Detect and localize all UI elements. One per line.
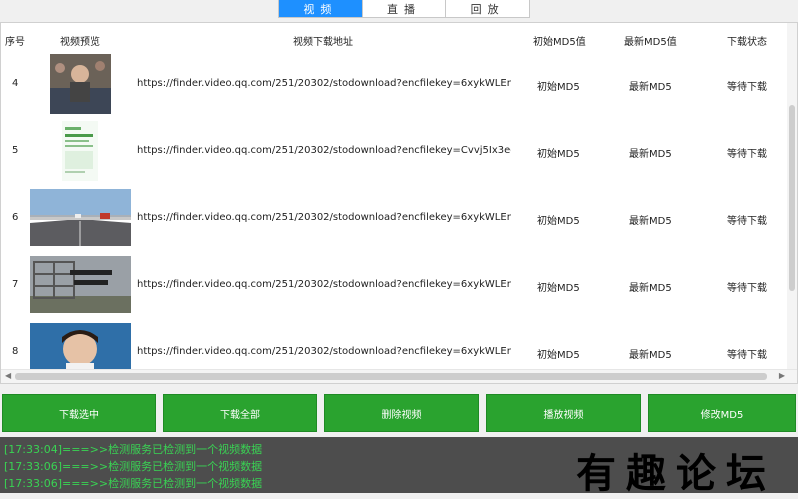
- play-video-button[interactable]: 播放视频: [486, 394, 641, 432]
- table-row[interactable]: 4 https://finder.video.qq.com/251/20302/…: [1, 50, 789, 117]
- header-md5-init: 初始MD5值: [533, 37, 586, 48]
- mode-tabs: 视频 直播 回放: [278, 0, 530, 18]
- md5-new: 最新MD5: [629, 149, 672, 160]
- video-url: https://finder.video.qq.com/251/20302/st…: [137, 145, 511, 156]
- tab-live[interactable]: 直播: [363, 0, 447, 17]
- md5-init: 初始MD5: [537, 149, 580, 160]
- md5-init: 初始MD5: [537, 283, 580, 294]
- log-line: [17:33:04]===>>检测服务已检测到一个视频数据: [4, 443, 263, 456]
- download-status: 等待下载: [727, 283, 767, 294]
- video-url: https://finder.video.qq.com/251/20302/st…: [137, 212, 511, 223]
- vertical-scrollbar[interactable]: [787, 23, 797, 371]
- log-panel: [17:33:04]===>>检测服务已检测到一个视频数据 [17:33:06]…: [0, 437, 798, 497]
- download-selected-button[interactable]: 下载选中: [2, 394, 156, 432]
- header-md5-new: 最新MD5值: [624, 37, 677, 48]
- md5-new: 最新MD5: [629, 283, 672, 294]
- header-preview: 视频预览: [60, 37, 100, 48]
- download-status: 等待下载: [727, 350, 767, 361]
- row-index: 8: [12, 346, 19, 357]
- delete-video-button[interactable]: 删除视频: [324, 394, 479, 432]
- video-thumbnail[interactable]: [30, 323, 131, 373]
- log-line: [17:33:06]===>>检测服务已检测到一个视频数据: [4, 460, 263, 473]
- md5-new: 最新MD5: [629, 82, 672, 93]
- tab-video[interactable]: 视频: [279, 0, 363, 17]
- scroll-right-icon[interactable]: ▶: [779, 371, 785, 380]
- download-status: 等待下载: [727, 216, 767, 227]
- md5-new: 最新MD5: [629, 216, 672, 227]
- row-index: 4: [12, 78, 19, 89]
- row-index: 7: [12, 279, 19, 290]
- video-url: https://finder.video.qq.com/251/20302/st…: [137, 78, 511, 89]
- video-table: 序号 视频预览 视频下载地址 初始MD5值 最新MD5值 下载状态 4 http…: [0, 22, 798, 384]
- download-status: 等待下载: [727, 149, 767, 160]
- row-index: 6: [12, 212, 19, 223]
- tab-replay[interactable]: 回放: [446, 0, 529, 17]
- watermark-text: 有趣论坛: [576, 450, 776, 497]
- header-index: 序号: [5, 37, 25, 48]
- scroll-left-icon[interactable]: ◀: [5, 371, 11, 380]
- table-row[interactable]: 7 https://finder.video.qq.com/251/20302/…: [1, 251, 789, 318]
- table-row[interactable]: 6 https://finder.video.qq.com/251/20302/…: [1, 184, 789, 251]
- vertical-scroll-thumb[interactable]: [789, 105, 795, 291]
- table-row[interactable]: 5 https://finder.video.qq.com/251/20302/…: [1, 117, 789, 184]
- header-url: 视频下载地址: [293, 37, 353, 48]
- horizontal-scroll-thumb[interactable]: [15, 373, 767, 380]
- row-index: 5: [12, 145, 19, 156]
- header-status: 下载状态: [727, 37, 767, 48]
- md5-init: 初始MD5: [537, 82, 580, 93]
- md5-new: 最新MD5: [629, 350, 672, 361]
- download-status: 等待下载: [727, 82, 767, 93]
- log-line: [17:33:06]===>>检测服务已检测到一个视频数据: [4, 477, 263, 490]
- video-url: https://finder.video.qq.com/251/20302/st…: [137, 346, 511, 357]
- md5-init: 初始MD5: [537, 216, 580, 227]
- table-header: 序号 视频预览 视频下载地址 初始MD5值 最新MD5值 下载状态: [1, 23, 789, 53]
- video-thumbnail[interactable]: [30, 256, 131, 313]
- video-thumbnail[interactable]: [30, 189, 131, 246]
- horizontal-scrollbar[interactable]: ◀ ▶: [1, 369, 797, 383]
- md5-init: 初始MD5: [537, 350, 580, 361]
- video-url: https://finder.video.qq.com/251/20302/st…: [137, 279, 511, 290]
- video-thumbnail[interactable]: [50, 54, 111, 114]
- download-all-button[interactable]: 下载全部: [163, 394, 317, 432]
- video-thumbnail[interactable]: [62, 121, 98, 181]
- modify-md5-button[interactable]: 修改MD5: [648, 394, 796, 432]
- action-bar: 下载选中 下载全部 删除视频 播放视频 修改MD5: [0, 392, 798, 434]
